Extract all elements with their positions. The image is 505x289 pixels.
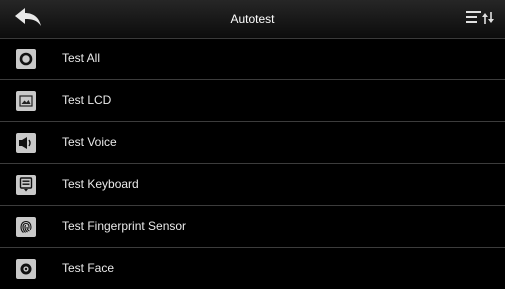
sort-button[interactable] — [457, 4, 501, 34]
menu-item-test-lcd[interactable]: Test LCD — [0, 80, 505, 122]
autotest-screen: Autotest Test All Test LCD Test Voice Te… — [0, 0, 505, 289]
autotest-menu: Test All Test LCD Test Voice Test Keyboa… — [0, 38, 505, 289]
menu-item-test-face[interactable]: Test Face — [0, 248, 505, 289]
menu-item-test-voice[interactable]: Test Voice — [0, 122, 505, 164]
back-arrow-icon — [13, 6, 43, 33]
menu-item-test-keyboard[interactable]: Test Keyboard — [0, 164, 505, 206]
fingerprint-icon — [16, 217, 36, 237]
sort-menu-icon — [464, 7, 494, 32]
menu-item-test-fingerprint-sensor[interactable]: Test Fingerprint Sensor — [0, 206, 505, 248]
menu-item-label: Test Keyboard — [62, 177, 139, 191]
circle-icon — [16, 49, 36, 69]
menu-item-label: Test Voice — [62, 135, 117, 149]
menu-item-label: Test LCD — [62, 93, 112, 107]
keyboard-icon — [16, 175, 36, 195]
page-title: Autotest — [230, 12, 275, 26]
face-camera-icon — [16, 259, 36, 279]
menu-item-label: Test Fingerprint Sensor — [62, 219, 187, 233]
menu-item-label: Test Face — [62, 261, 115, 275]
speaker-icon — [16, 133, 36, 153]
title-bar: Autotest — [0, 0, 505, 39]
menu-item-test-all[interactable]: Test All — [0, 38, 505, 80]
back-button[interactable] — [6, 4, 50, 34]
menu-item-label: Test All — [62, 51, 101, 65]
image-screen-icon — [16, 91, 36, 111]
